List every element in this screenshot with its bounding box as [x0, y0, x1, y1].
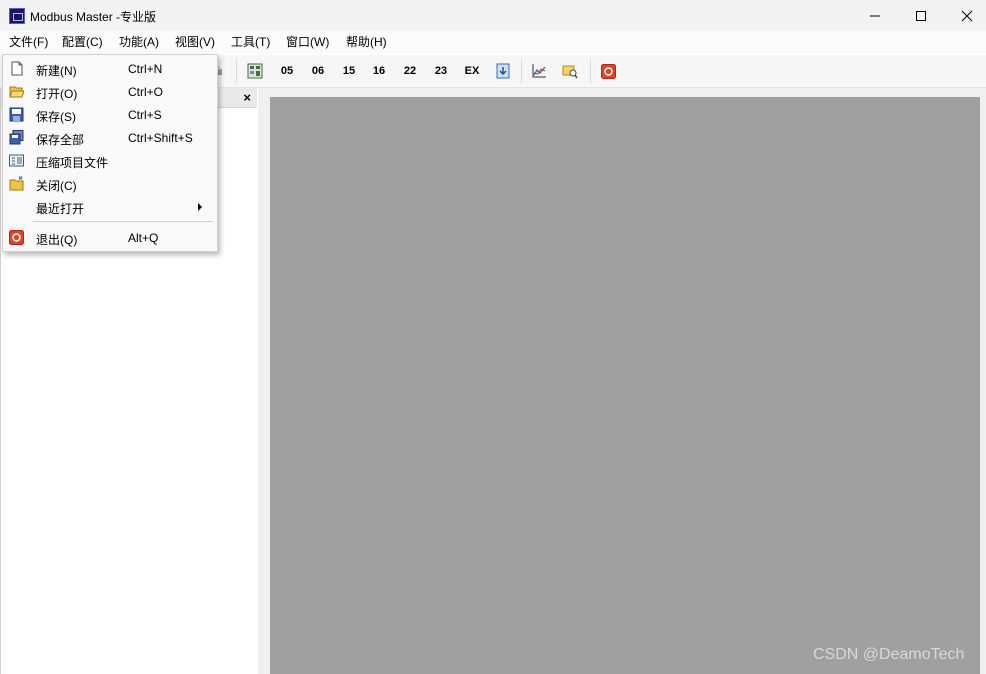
menu-item-compress-project[interactable]: 压缩项目文件 — [3, 149, 217, 172]
menu-tools[interactable]: 工具(T) — [227, 31, 274, 53]
menu-window[interactable]: 窗口(W) — [282, 31, 333, 53]
read-registers-button[interactable] — [246, 61, 264, 81]
function-code-05-button[interactable]: 05 — [277, 61, 297, 81]
app-logo-icon — [9, 8, 25, 24]
save-all-icon — [9, 130, 24, 145]
mdi-client-area — [270, 97, 980, 674]
menu-item-save-all[interactable]: 保存全部 Ctrl+Shift+S — [3, 126, 217, 149]
menu-item-save[interactable]: 保存(S) Ctrl+S — [3, 103, 217, 126]
menu-item-label: 关闭(C) — [36, 179, 77, 193]
panel-close-button[interactable]: × — [243, 89, 251, 106]
exit-icon — [9, 230, 24, 245]
menu-item-label: 保存全部 — [36, 133, 85, 147]
calculator-icon — [247, 63, 263, 79]
menu-view[interactable]: 视图(V) — [171, 31, 219, 53]
new-document-icon — [11, 61, 23, 76]
menu-item-open[interactable]: 打开(O) Ctrl+O — [3, 80, 217, 103]
close-icon — [961, 10, 973, 21]
file-menu-dropdown: 新建(N) Ctrl+N 打开(O) Ctrl+O 保存(S) Ctrl+S 保… — [2, 54, 218, 252]
download-button[interactable] — [494, 61, 512, 81]
window-title: Modbus Master -专业版 — [30, 10, 157, 24]
menu-function[interactable]: 功能(A) — [115, 31, 163, 53]
mdi-right-border — [980, 88, 986, 674]
menu-item-shortcut: Ctrl+N — [128, 62, 163, 76]
mdi-top-border — [270, 88, 980, 97]
open-folder-icon — [9, 86, 24, 98]
menu-separator — [33, 221, 213, 222]
toolbar-separator — [590, 59, 591, 83]
submenu-arrow-icon — [198, 203, 202, 211]
menu-item-label: 压缩项目文件 — [36, 156, 109, 170]
save-icon — [9, 107, 24, 122]
watermark: CSDN @DeamoTech — [813, 646, 965, 663]
menu-item-label: 最近打开 — [36, 202, 85, 216]
compress-project-icon — [9, 154, 24, 167]
menu-file[interactable]: 文件(F) — [5, 31, 52, 53]
menu-item-label: 打开(O) — [36, 87, 78, 101]
maximize-icon — [916, 10, 926, 21]
panel-splitter[interactable] — [258, 88, 270, 674]
menu-bar: 文件(F) 配置(C) 功能(A) 视图(V) 工具(T) 窗口(W) 帮助(H… — [0, 31, 986, 53]
menu-item-shortcut: Alt+Q — [128, 231, 159, 245]
exit-toolbar-button[interactable] — [599, 61, 617, 81]
function-code-23-button[interactable]: 23 — [431, 61, 451, 81]
menu-item-label: 新建(N) — [36, 64, 77, 78]
toolbar-separator — [521, 59, 522, 83]
title-bar: Modbus Master -专业版 — [0, 0, 986, 31]
maximize-button[interactable] — [898, 0, 944, 31]
toolbar-separator — [236, 59, 237, 83]
menu-item-recent[interactable]: 最近打开 — [3, 195, 217, 218]
download-icon — [496, 63, 510, 79]
function-code-06-button[interactable]: 06 — [308, 61, 328, 81]
exit-icon — [600, 63, 616, 79]
search-device-button[interactable] — [561, 61, 579, 81]
menu-help[interactable]: 帮助(H) — [342, 31, 391, 53]
search-folder-icon — [562, 65, 578, 79]
menu-item-shortcut: Ctrl+S — [128, 108, 162, 122]
menu-item-new[interactable]: 新建(N) Ctrl+N — [3, 57, 217, 80]
menu-item-label: 保存(S) — [36, 110, 76, 124]
minimize-button[interactable] — [852, 0, 898, 31]
menu-item-shortcut: Ctrl+O — [128, 85, 164, 99]
menu-item-label: 退出(Q) — [36, 233, 78, 247]
function-code-22-button[interactable]: 22 — [400, 61, 420, 81]
close-window-button[interactable] — [944, 0, 986, 31]
minimize-icon — [870, 15, 880, 16]
trend-chart-button[interactable] — [530, 61, 548, 81]
function-code-15-button[interactable]: 15 — [339, 61, 359, 81]
menu-item-exit[interactable]: 退出(Q) Alt+Q — [3, 226, 217, 249]
function-code-16-button[interactable]: 16 — [369, 61, 389, 81]
line-chart-icon — [532, 64, 546, 78]
menu-item-close[interactable]: 关闭(C) — [3, 172, 217, 195]
menu-config[interactable]: 配置(C) — [58, 31, 107, 53]
close-folder-icon — [9, 176, 24, 191]
menu-item-shortcut: Ctrl+Shift+S — [128, 131, 193, 145]
function-code-ex-button[interactable]: EX — [462, 61, 482, 81]
